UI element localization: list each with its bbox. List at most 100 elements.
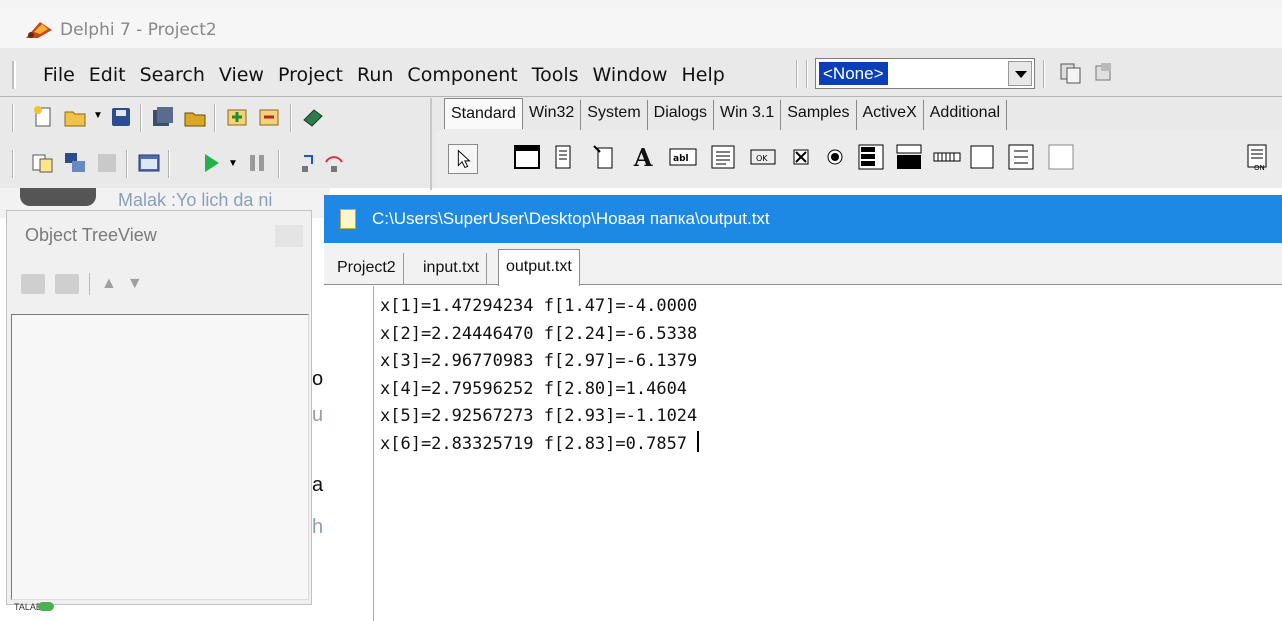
toolbar-grip	[806, 60, 808, 88]
form-selector-value: <None>	[819, 62, 888, 85]
code-line: x[5]=2.92567273 f[2.93]=-1.1024	[380, 406, 698, 426]
menu-run[interactable]: Run	[350, 64, 400, 86]
save-all-icon[interactable]	[150, 104, 176, 130]
frames-icon[interactable]	[512, 142, 542, 172]
code-area[interactable]: x[1]=1.47294234 f[1.47]=-4.0000 x[2]=2.24…	[380, 293, 700, 458]
menu-bar: File Edit Search View Project Run Compon…	[12, 56, 732, 94]
toolbar-grip	[12, 104, 14, 132]
object-treeview-panel: Object TreeView ▲ ▼	[6, 210, 312, 605]
chevron-down-icon[interactable]: ▼	[93, 110, 103, 121]
step-over-icon[interactable]	[322, 150, 348, 176]
popup-menu-icon[interactable]	[590, 142, 620, 172]
trace-into-icon[interactable]	[296, 150, 322, 176]
background-text: a	[312, 474, 324, 496]
checkbox-icon[interactable]	[786, 142, 816, 172]
toolbar-divider	[0, 96, 1282, 97]
component-palette-tabs: Standard Win32 System Dialogs Win 3.1 Sa…	[444, 98, 1008, 130]
edit-icon[interactable]: abl	[668, 142, 698, 172]
run-icon[interactable]	[198, 150, 224, 176]
add-to-project-icon[interactable]	[224, 104, 250, 130]
tab-project2[interactable]: Project2	[330, 253, 404, 285]
save-icon[interactable]	[108, 104, 134, 130]
toggle-form-unit-icon[interactable]	[1058, 60, 1084, 86]
delete-item-icon[interactable]	[55, 274, 79, 294]
button-icon[interactable]: OK	[748, 142, 778, 172]
background-text: h	[312, 516, 324, 538]
object-tree-list[interactable]	[11, 314, 309, 600]
view-unit-icon[interactable]	[30, 150, 56, 176]
tab-standard[interactable]: Standard	[444, 98, 523, 129]
editor-tabs: Project2 input.txt output.txt	[324, 243, 1282, 286]
editor-title-bar: C:\Users\SuperUser\Desktop\Новая папка\o…	[324, 195, 1282, 243]
toggle-form-icon[interactable]	[94, 150, 120, 176]
menu-view[interactable]: View	[212, 64, 271, 86]
toggle-switch[interactable]	[38, 602, 54, 611]
menu-project[interactable]: Project	[271, 64, 350, 86]
document-icon	[340, 209, 356, 229]
tab-samples[interactable]: Samples	[781, 100, 857, 130]
code-editor-window: C:\Users\SuperUser\Desktop\Новая папка\o…	[324, 195, 1282, 621]
tab-win32[interactable]: Win32	[523, 100, 582, 130]
radiogroup-icon[interactable]	[1006, 142, 1036, 172]
actionlist-icon[interactable]: ON	[1244, 142, 1274, 172]
chevron-down-icon[interactable]: ▼	[228, 158, 238, 169]
menu-file[interactable]: File	[36, 64, 82, 86]
menu-help[interactable]: Help	[674, 64, 731, 86]
code-line: x[3]=2.96770983 f[2.97]=-6.1379	[380, 351, 698, 371]
tab-activex[interactable]: ActiveX	[857, 100, 924, 130]
new-form-icon[interactable]	[136, 150, 162, 176]
help-book-icon[interactable]	[300, 104, 326, 130]
tab-output-txt[interactable]: output.txt	[498, 249, 580, 286]
tab-system[interactable]: System	[581, 100, 648, 130]
toolbar-separator	[214, 104, 216, 132]
memo-icon[interactable]	[708, 142, 738, 172]
form-selector-combo[interactable]: <None>	[815, 58, 1035, 89]
combobox-icon[interactable]	[894, 142, 924, 172]
code-line: x[6]=2.83325719 f[2.83]=0.7857	[380, 433, 698, 454]
delphi-icon	[26, 22, 52, 38]
background-text: o	[312, 368, 324, 390]
pointer-arrow-icon[interactable]	[448, 144, 478, 174]
scrollbar-icon[interactable]	[932, 142, 962, 172]
panel-icon[interactable]	[1046, 142, 1076, 172]
menu-grip[interactable]	[12, 61, 16, 89]
code-line: x[4]=2.79596252 f[2.80]=1.4604	[380, 378, 688, 399]
pause-icon[interactable]	[244, 150, 270, 176]
menu-search[interactable]: Search	[133, 64, 212, 86]
menu-component[interactable]: Component	[400, 64, 524, 86]
palette-divider	[430, 98, 432, 190]
tab-dialogs[interactable]: Dialogs	[648, 100, 714, 130]
menu-window[interactable]: Window	[586, 64, 675, 86]
toolbar-separator	[168, 150, 170, 178]
background-window-edge: o u a h	[312, 218, 324, 618]
open-icon[interactable]	[62, 104, 88, 130]
close-icon[interactable]	[275, 225, 303, 247]
arrow-up-icon[interactable]: ▲	[101, 275, 117, 293]
background-text: u	[312, 404, 324, 426]
new-form-icon[interactable]	[1090, 60, 1116, 86]
tab-additional[interactable]: Additional	[924, 100, 1008, 130]
tab-input-txt[interactable]: input.txt	[416, 253, 488, 285]
main-menu-icon[interactable]	[552, 142, 582, 172]
tab-win31[interactable]: Win 3.1	[714, 100, 782, 130]
code-line: x[1]=1.47294234 f[1.47]=-4.0000	[380, 296, 698, 316]
toolbar-grip	[12, 150, 14, 178]
new-items-icon[interactable]	[30, 104, 56, 130]
view-form-icon[interactable]	[62, 150, 88, 176]
chevron-down-icon[interactable]	[1008, 61, 1032, 86]
code-line: x[2]=2.24446470 f[2.24]=-6.5338	[380, 323, 698, 344]
arrow-down-icon[interactable]: ▼	[127, 275, 143, 293]
remove-from-project-icon[interactable]	[256, 104, 282, 130]
text-caret	[697, 430, 700, 452]
menu-tools[interactable]: Tools	[525, 64, 586, 86]
label-icon[interactable]: A	[628, 142, 658, 172]
listbox-icon[interactable]	[856, 142, 886, 172]
radiobutton-icon[interactable]	[820, 142, 850, 172]
menu-edit[interactable]: Edit	[82, 64, 133, 86]
editor-gutter	[324, 286, 374, 621]
groupbox-icon[interactable]	[968, 142, 998, 172]
open-project-icon[interactable]	[182, 104, 208, 130]
editor-file-path: C:\Users\SuperUser\Desktop\Новая папка\o…	[372, 209, 770, 228]
new-item-icon[interactable]	[21, 274, 45, 294]
svg-text:ON: ON	[1254, 164, 1265, 172]
